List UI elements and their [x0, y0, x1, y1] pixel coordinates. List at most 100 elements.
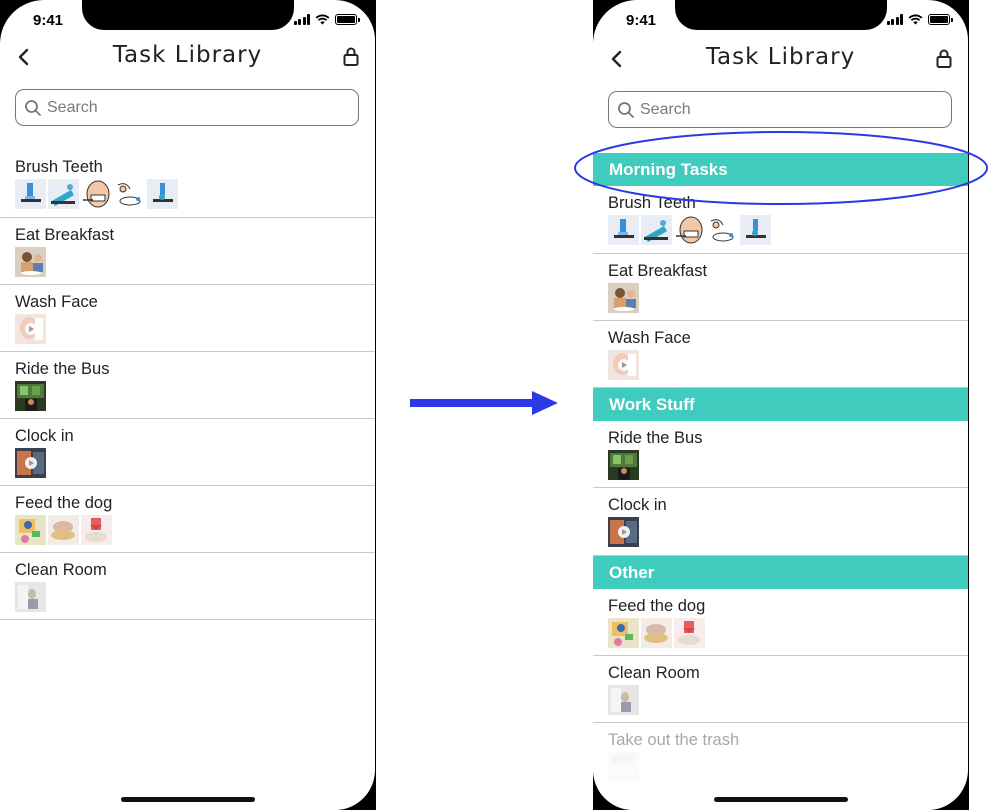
task-thumbnails — [15, 448, 375, 478]
task-list: Brush Teeth Eat Breakfast Wash Face Ride th… — [0, 150, 375, 620]
task-thumbnails — [15, 381, 375, 411]
task-thumbnails — [608, 450, 968, 480]
task-name: Clean Room — [15, 561, 107, 579]
task-row[interactable]: Clock in — [593, 488, 968, 556]
dog-treat-thumbnail — [81, 515, 112, 545]
task-thumbnails — [608, 685, 968, 715]
section-header[interactable]: Morning Tasks — [593, 153, 968, 186]
nav-bar: Task Library — [593, 42, 968, 78]
task-row[interactable]: Ride the Bus — [593, 421, 968, 488]
breakfast-photo-thumbnail — [608, 283, 639, 313]
brush-sink-thumbnail — [147, 179, 178, 209]
dog-treat-thumbnail — [674, 618, 705, 648]
task-row[interactable]: Feed the dog — [593, 589, 968, 656]
task-row[interactable]: Clean Room — [0, 553, 375, 620]
notch — [675, 0, 887, 30]
task-name: Ride the Bus — [15, 360, 110, 378]
task-name: Eat Breakfast — [608, 262, 708, 280]
bus-photo-thumbnail — [608, 450, 639, 480]
bowl-thumbnail — [48, 515, 79, 545]
search-icon — [25, 99, 41, 116]
task-row[interactable]: Brush Teeth — [593, 186, 968, 254]
toothpaste-thumbnail — [641, 215, 672, 245]
task-thumbnails — [608, 283, 968, 313]
task-row[interactable]: Brush Teeth — [0, 150, 375, 218]
task-name: Feed the dog — [15, 494, 113, 512]
face-video-thumbnail — [15, 314, 46, 344]
clock-video-thumbnail — [608, 517, 639, 547]
task-name: Feed the dog — [608, 597, 706, 615]
task-row[interactable]: Clean Room — [593, 656, 968, 723]
home-indicator[interactable] — [121, 797, 255, 802]
dog-food-thumbnail — [15, 515, 46, 545]
page-title: Task Library — [705, 44, 856, 70]
task-name: Wash Face — [15, 293, 98, 311]
status-icons — [886, 14, 953, 25]
battery-icon — [335, 14, 360, 25]
task-name: Brush Teeth — [15, 158, 103, 176]
face-video-thumbnail — [608, 350, 639, 380]
task-name: Eat Breakfast — [15, 226, 115, 244]
toothpaste-thumbnail — [48, 179, 79, 209]
task-thumbnails — [15, 582, 375, 612]
trash-photo-thumbnail — [608, 752, 639, 782]
task-name: Clean Room — [608, 664, 700, 682]
task-thumbnails — [608, 517, 968, 547]
task-thumbnails — [15, 247, 375, 277]
screen: 9:41 Task Library Morning Tasks Brush Tee… — [593, 0, 968, 810]
search-field[interactable] — [608, 91, 952, 128]
task-name: Clock in — [15, 427, 74, 445]
transition-arrow-icon — [410, 391, 558, 415]
task-thumbnails — [15, 515, 375, 545]
room-photo-thumbnail — [15, 582, 46, 612]
task-thumbnails — [608, 215, 968, 245]
signal-icon — [293, 14, 310, 25]
task-row[interactable]: Wash Face — [0, 285, 375, 352]
task-thumbnails — [15, 314, 375, 344]
status-icons — [293, 14, 360, 25]
task-row[interactable]: Ride the Bus — [0, 352, 375, 419]
task-name: Brush Teeth — [608, 194, 696, 212]
task-row[interactable]: Take out the trash — [593, 723, 968, 783]
task-row[interactable]: Clock in — [0, 419, 375, 486]
search-input[interactable] — [47, 98, 327, 117]
status-time: 9:41 — [33, 12, 64, 29]
signal-icon — [886, 14, 903, 25]
search-field[interactable] — [15, 89, 359, 126]
bus-photo-thumbnail — [15, 381, 46, 411]
mouth-thumbnail — [674, 215, 705, 245]
task-thumbnails — [608, 618, 968, 648]
nav-bar: Task Library — [0, 40, 375, 76]
room-photo-thumbnail — [608, 685, 639, 715]
grouped-task-list: Morning Tasks Brush Teeth Eat Breakfast Was… — [593, 153, 968, 783]
bowl-thumbnail — [641, 618, 672, 648]
task-row[interactable]: Wash Face — [593, 321, 968, 388]
battery-icon — [928, 14, 953, 25]
lock-icon[interactable] — [341, 45, 361, 69]
phone-before: 9:41 Task Library Brush Teeth Eat Breakfa… — [0, 0, 376, 810]
task-row[interactable]: Feed the dog — [0, 486, 375, 553]
wifi-icon — [315, 14, 330, 25]
toothbrush-thumbnail — [608, 215, 639, 245]
section-header[interactable]: Other — [593, 556, 968, 589]
screen: 9:41 Task Library Brush Teeth Eat Breakfa… — [0, 0, 375, 810]
task-thumbnails — [608, 350, 968, 380]
section-header[interactable]: Work Stuff — [593, 388, 968, 421]
page-title: Task Library — [112, 42, 263, 68]
lock-icon[interactable] — [934, 47, 954, 71]
toothbrush-thumbnail — [15, 179, 46, 209]
brush-sink-thumbnail — [740, 215, 771, 245]
mouth-thumbnail — [81, 179, 112, 209]
status-time: 9:41 — [626, 12, 657, 29]
search-input[interactable] — [640, 100, 920, 119]
rinse-thumbnail — [114, 179, 145, 209]
search-icon — [618, 101, 634, 118]
task-thumbnails — [15, 179, 375, 209]
dog-food-thumbnail — [608, 618, 639, 648]
home-indicator[interactable] — [714, 797, 848, 802]
task-row[interactable]: Eat Breakfast — [593, 254, 968, 321]
clock-video-thumbnail — [15, 448, 46, 478]
task-name: Wash Face — [608, 329, 691, 347]
task-row[interactable]: Eat Breakfast — [0, 218, 375, 285]
wifi-icon — [908, 14, 923, 25]
